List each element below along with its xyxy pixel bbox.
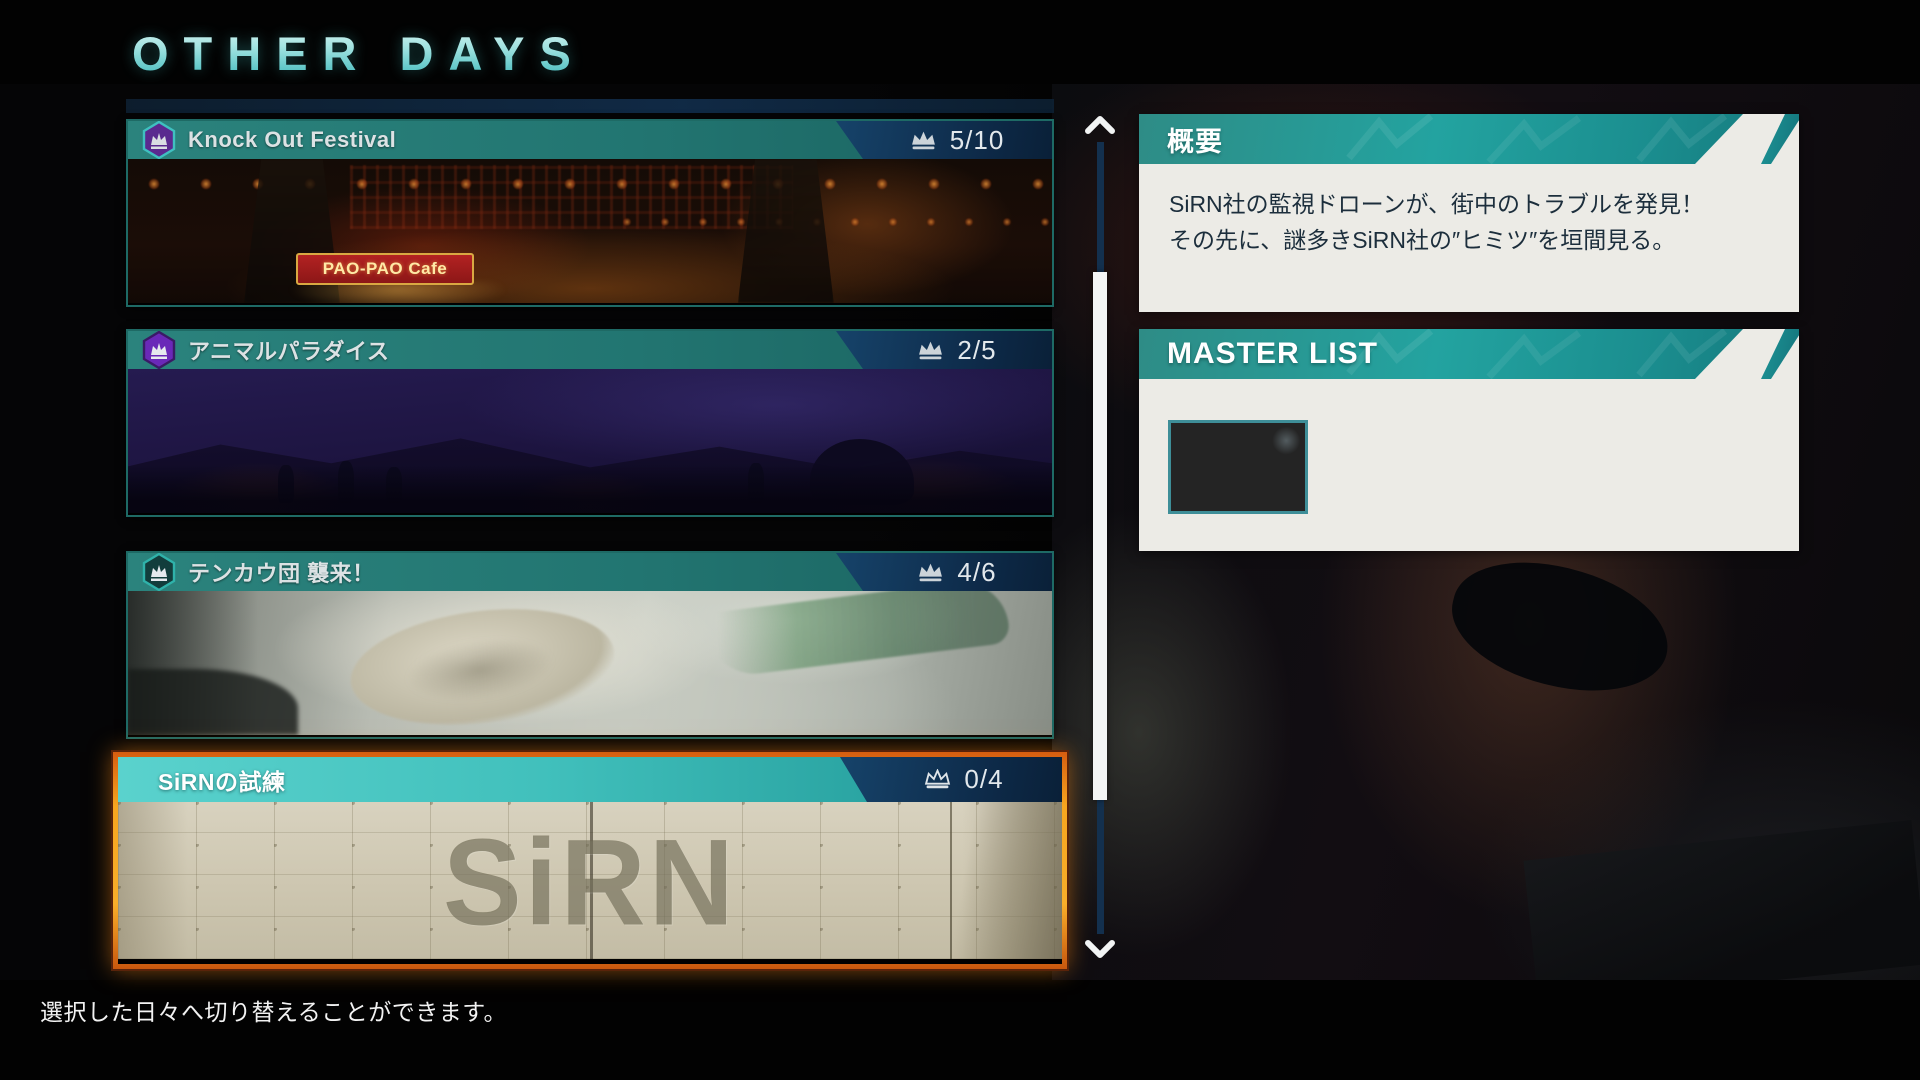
dragon-shape	[705, 591, 1011, 679]
event-rank-hexagon-icon	[142, 331, 176, 369]
cafe-sign: PAO-PAO Cafe	[296, 253, 474, 285]
event-card-header: SiRNの試練 0/4	[118, 757, 1062, 802]
overview-line-1: SiRN社の監視ドローンが、街中のトラブルを発見！	[1169, 186, 1769, 222]
event-card-knock-out-festival[interactable]: Knock Out Festival 5/10 PAO-PAO Cafe	[126, 119, 1054, 307]
event-title: Knock Out Festival	[188, 127, 396, 153]
event-card-animal-paradise[interactable]: アニマルパラダイス 2/5	[126, 329, 1054, 517]
event-card-sirn-trial-selected[interactable]: SiRNの試練 0/4 SiRN	[113, 752, 1067, 969]
event-thumbnail-tenkau	[128, 591, 1052, 735]
scrolled-card-edge	[126, 99, 1054, 113]
progress-count: 0/4	[964, 764, 1003, 795]
overview-description: SiRN社の監視ドローンが、街中のトラブルを発見！ その先に、謎多きSiRN社の…	[1169, 186, 1769, 258]
master-list-panel-title: MASTER LIST	[1167, 329, 1378, 379]
event-rank-hexagon-icon	[142, 121, 176, 159]
scroll-down-button[interactable]	[1083, 938, 1117, 960]
event-thumbnail-festival: PAO-PAO Cafe	[128, 159, 1052, 303]
panel-header-wedge	[1761, 114, 1799, 164]
lightning-pattern	[1339, 114, 1759, 164]
event-rank-hexagon-icon	[142, 553, 176, 591]
progress-badge: 5/10	[836, 121, 1052, 159]
event-title: テンカウ団 襲来！	[188, 556, 375, 588]
event-title: アニマルパラダイス	[188, 334, 389, 366]
overview-panel-header: 概要	[1139, 114, 1799, 164]
panel-header-wedge	[1761, 329, 1799, 379]
progress-count: 2/5	[957, 335, 996, 366]
event-title: SiRNの試練	[158, 763, 285, 797]
progress-badge: 2/5	[836, 331, 1052, 369]
footer-hint-text: 選択した日々へ切り替えることができます。	[40, 993, 507, 1027]
lightning-pattern	[1339, 329, 1759, 379]
balcony-lattice	[350, 165, 794, 229]
crown-icon	[917, 562, 944, 583]
other-days-screen: OTHER DAYS Knock Out Festival 5/10	[0, 0, 1920, 1080]
rock-silhouette	[128, 669, 298, 735]
overview-line-2: その先に、謎多きSiRN社の″ヒミツ″を垣間見る。	[1169, 222, 1769, 258]
crown-icon	[917, 340, 944, 361]
event-thumbnail-animal	[128, 369, 1052, 513]
scroll-up-button[interactable]	[1083, 114, 1117, 136]
sirn-wall-logo: SiRN	[118, 802, 1062, 959]
master-list-panel-header: MASTER LIST	[1139, 329, 1799, 379]
master-list-thumbnail[interactable]	[1168, 420, 1308, 514]
overview-panel-title: 概要	[1167, 114, 1223, 164]
progress-badge: 0/4	[840, 757, 1062, 802]
event-thumbnail-sirn-wall: SiRN	[118, 802, 1062, 959]
event-card-header: テンカウ団 襲来！ 4/6	[128, 553, 1052, 591]
page-title: OTHER DAYS	[132, 26, 586, 81]
progress-badge: 4/6	[836, 553, 1052, 591]
progress-count: 4/6	[957, 557, 996, 588]
crown-outline-icon	[924, 769, 951, 790]
event-card-inner: SiRNの試練 0/4 SiRN	[118, 757, 1062, 964]
master-list-panel: MASTER LIST	[1139, 329, 1799, 551]
progress-count: 5/10	[950, 125, 1005, 156]
ground-shadow	[128, 465, 1052, 513]
event-card-tenkau-raid[interactable]: テンカウ団 襲来！ 4/6	[126, 551, 1054, 739]
crown-icon	[910, 130, 937, 151]
overview-panel: 概要 SiRN社の監視ドローンが、街中のトラブルを発見！ その先に、謎多きSiR…	[1139, 114, 1799, 312]
scrollbar-thumb[interactable]	[1093, 272, 1107, 800]
event-card-header: Knock Out Festival 5/10	[128, 121, 1052, 159]
event-card-header: アニマルパラダイス 2/5	[128, 331, 1052, 369]
